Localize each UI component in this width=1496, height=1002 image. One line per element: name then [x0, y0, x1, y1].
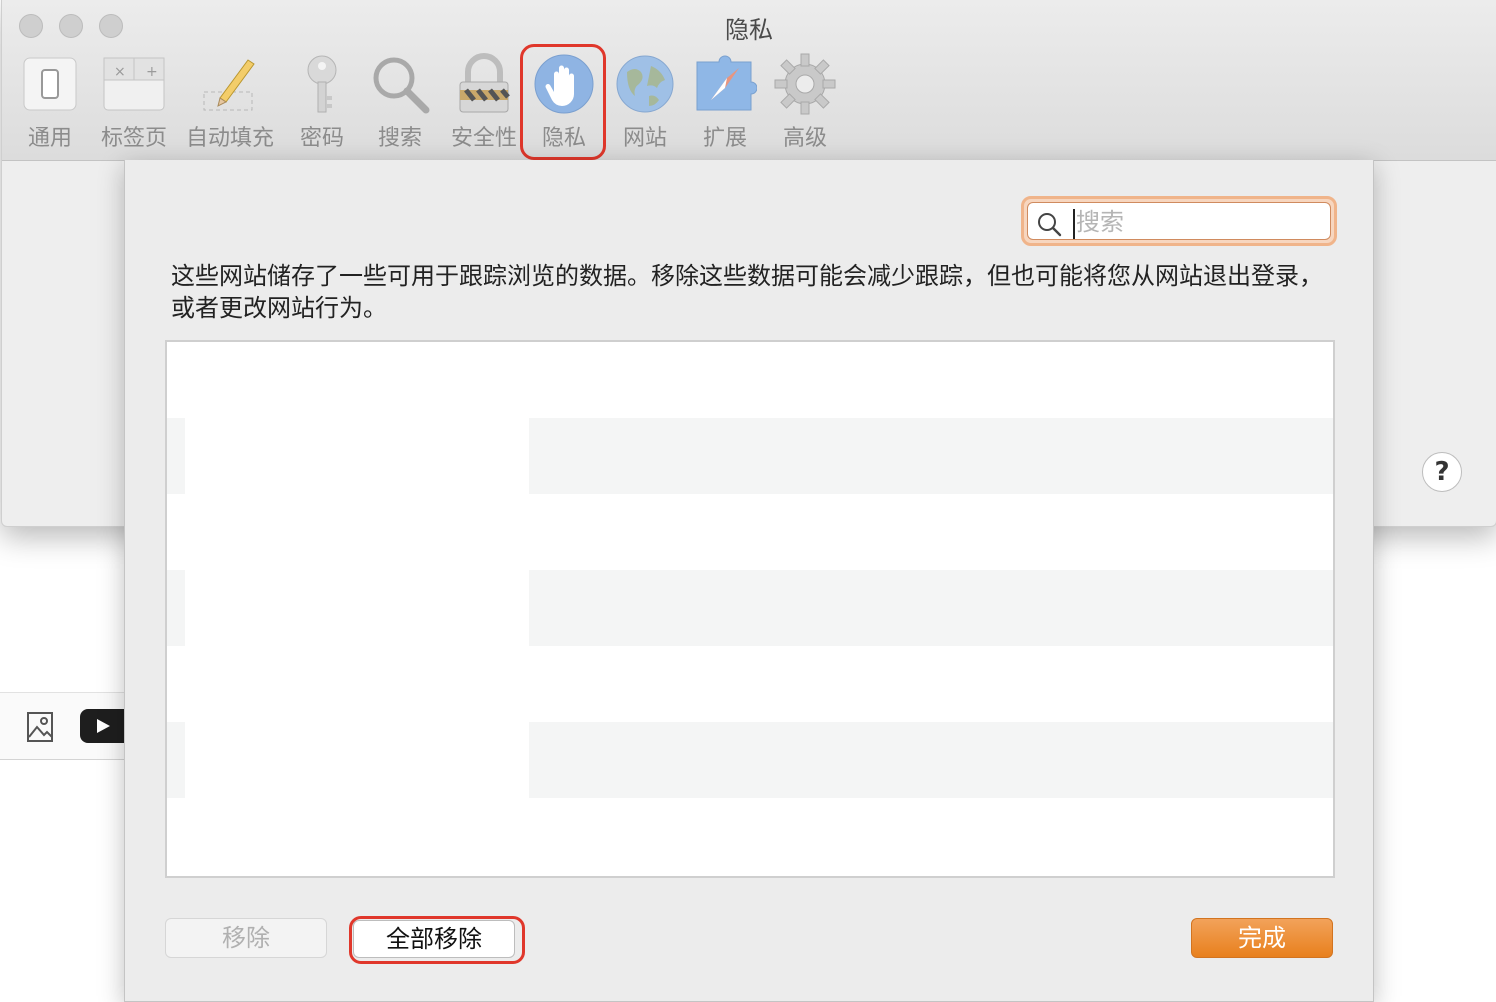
toolbar-item-label: 通用 — [27, 126, 72, 151]
toolbar-item-security[interactable]: 安全性 — [448, 52, 520, 156]
toolbar-item-label: 高级 — [782, 126, 827, 151]
window-title: 隐私 — [725, 16, 773, 44]
toolbar-item-label: 自动填充 — [185, 126, 274, 151]
toolbar-item-label: 标签页 — [100, 126, 167, 151]
lock-icon — [459, 53, 510, 113]
description-text: 这些网站储存了一些可用于跟踪浏览的数据。移除这些数据可能会减少跟踪，但也可能将您… — [171, 262, 1323, 322]
toolbar-item-general[interactable]: 通用 — [16, 52, 84, 156]
toolbar-item-autofill[interactable]: 自动填充 — [182, 52, 278, 156]
list-row[interactable] — [167, 646, 1333, 722]
toolbar-item-websites[interactable]: 网站 — [612, 52, 678, 156]
website-data-list[interactable] — [165, 340, 1335, 878]
done-button[interactable]: 完成 — [1191, 918, 1333, 958]
gear-icon — [774, 53, 836, 115]
toolbar-item-label: 扩展 — [702, 126, 747, 151]
toolbar-item-extensions[interactable]: 扩展 — [692, 52, 758, 156]
search-input[interactable] — [1076, 203, 1316, 241]
manage-website-data-sheet: 这些网站储存了一些可用于跟踪浏览的数据。移除这些数据可能会减少跟踪，但也可能将您… — [124, 160, 1374, 1002]
image-icon[interactable] — [26, 711, 54, 743]
text-cursor — [1073, 209, 1075, 239]
search-icon — [1038, 213, 1062, 237]
background-page-toolbar — [0, 692, 124, 760]
toolbar-item-search[interactable]: 搜索 — [368, 52, 432, 156]
toolbar-item-passwords[interactable]: 密码 — [290, 52, 354, 156]
remove-all-highlight — [349, 916, 525, 964]
list-row[interactable] — [167, 494, 1333, 570]
tabs-icon: × + — [103, 57, 165, 111]
list-row[interactable] — [167, 342, 1333, 418]
list-row[interactable] — [167, 798, 1333, 874]
list-row[interactable] — [167, 418, 1333, 494]
general-switch-icon — [23, 57, 77, 111]
key-icon — [307, 55, 337, 113]
remove-button[interactable]: 移除 — [165, 918, 327, 958]
svg-text:+: + — [146, 64, 158, 80]
toolbar-item-tabs[interactable]: × + 标签页 — [94, 52, 174, 156]
list-row[interactable] — [167, 722, 1333, 798]
help-button[interactable]: ? — [1422, 452, 1462, 492]
window-titlebar: 隐私 通用 × + 标签页 自动填充 密码 搜索 安全性 隐私 网站 扩展 高级 — [2, 0, 1496, 161]
video-play-icon[interactable] — [80, 709, 124, 743]
pencil-icon — [203, 59, 255, 111]
toolbar-item-label: 搜索 — [377, 126, 422, 151]
search-focus-ring — [1021, 196, 1337, 246]
toolbar-item-label: 密码 — [299, 126, 344, 151]
globe-icon — [616, 55, 674, 113]
svg-text:×: × — [114, 64, 126, 80]
list-row[interactable] — [167, 570, 1333, 646]
toolbar-item-label: 安全性 — [450, 126, 517, 151]
magnifier-icon — [373, 57, 430, 114]
toolbar-item-label: 网站 — [622, 126, 667, 151]
extension-compass-icon — [696, 55, 757, 111]
search-field[interactable] — [1027, 202, 1331, 241]
privacy-selection-highlight — [520, 44, 606, 160]
toolbar-item-advanced[interactable]: 高级 — [772, 52, 838, 156]
